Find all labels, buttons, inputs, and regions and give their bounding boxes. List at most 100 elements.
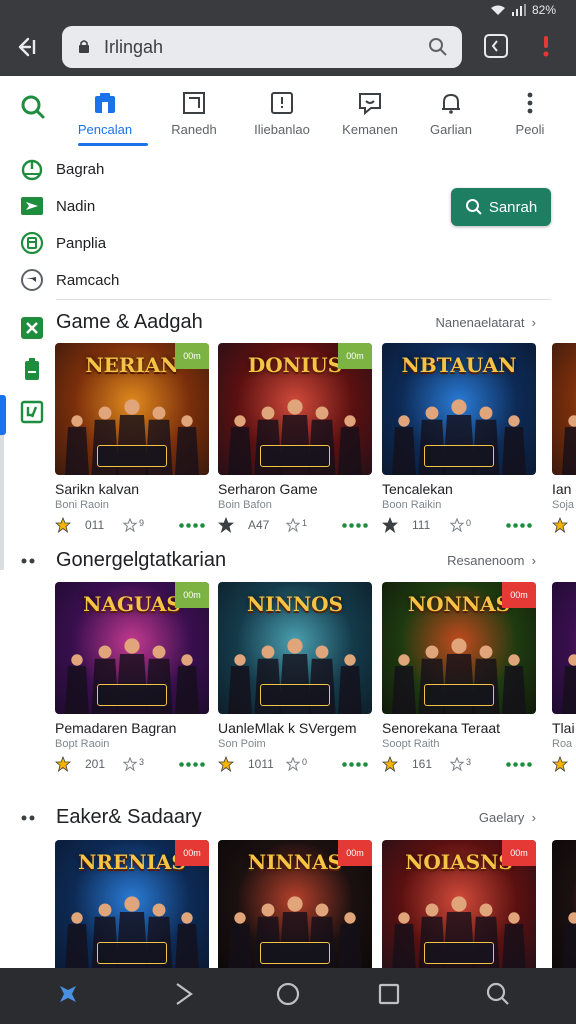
game-thumbnail[interactable]: NAGUAS 00m [55,582,209,714]
close-box-icon[interactable] [20,316,44,340]
tab-pencalan[interactable]: Pencalan [61,90,149,148]
game-title: Ian [552,481,572,497]
logo-plate [97,684,167,706]
more-dots-icon[interactable] [506,762,534,767]
game-thumbnail[interactable]: NERIAN 00m [55,343,209,475]
game-card[interactable]: NONNAS 00m Senorekana Teraat Soopt Raith 161… [382,582,536,772]
review-count: 3 [139,757,145,767]
game-thumbnail[interactable]: NRENIAS 00m [55,840,209,972]
section-see-more[interactable]: Resanenoom › [447,553,536,568]
game-thumbnail[interactable]: DONIUS 00m [218,343,372,475]
game-thumbnail[interactable]: N [552,582,576,714]
star-icon [382,756,398,772]
tablet-icon [20,231,44,255]
left-edge-handle[interactable] [0,395,6,435]
forward-icon[interactable] [170,980,198,1008]
game-card[interactable] [552,840,576,972]
search-button[interactable]: Sanrah [451,188,551,226]
game-title: Serharon Game [218,481,318,497]
star-outline-icon [286,757,300,771]
game-card[interactable]: DONIUS 00m Serharon Game Boin Bafon A47 1 [218,343,372,533]
game-card[interactable]: NINNAS 00m [218,840,372,972]
game-card[interactable]: N Tlai Roa [552,582,576,772]
game-thumbnail[interactable]: NOIASNS 00m [382,840,536,972]
search-icon[interactable] [428,37,448,57]
rating-value: 111 [412,518,431,532]
rating-value: 161 [412,757,433,771]
side-item-panplia[interactable]: Panplia [20,229,106,257]
game-card[interactable]: NINNOS UanleMlak k SVergem Son Poim 1011 0 [218,582,372,772]
game-publisher: Bopt Raoin [55,738,110,750]
review-count: 1 [302,518,308,528]
review-count: 0 [466,518,472,528]
tabs-button[interactable] [484,34,508,58]
wifi-icon [490,5,505,15]
game-thumbnail[interactable]: N [552,343,576,475]
side-item-label: Nadin [56,197,96,215]
status-badge: 00m [338,343,372,369]
more-dots-icon[interactable] [179,523,207,528]
section-see-more[interactable]: Nanenaelatarat › [436,315,536,330]
game-thumbnail[interactable] [552,840,576,972]
star-icon [552,517,568,533]
side-item-label: Ramcach [56,271,120,289]
game-card[interactable]: NAGUAS 00m Pemadaren Bagran Bopt Raoin 201 3 [55,582,209,772]
game-thumbnail[interactable]: NBTAUAN [382,343,536,475]
back-button[interactable] [14,34,44,64]
characters-artwork [562,912,576,972]
game-meta: 201 3 [55,756,209,772]
game-card[interactable]: NERIAN 00m Sarikn kalvan Boni Raoin 011 9 [55,343,209,533]
section-see-more[interactable]: Gaelary › [479,810,536,825]
window-icon [183,92,205,114]
game-title: Senorekana Teraat [382,720,501,736]
more-dots-icon[interactable] [342,523,370,528]
tab-garlian[interactable]: Garlian [407,90,495,148]
section-dots-icon [21,815,35,821]
side-item-label: Bagrah [56,160,105,178]
more-dots-icon[interactable] [506,523,534,528]
overflow-menu-button[interactable] [536,34,556,60]
battery-icon[interactable] [20,357,44,381]
search-icon[interactable] [20,94,46,120]
game-publisher: Boni Raoin [55,499,109,511]
search-icon[interactable] [484,980,512,1008]
store-icon [95,93,115,113]
more-dots-icon[interactable] [179,762,207,767]
lock-icon [79,40,89,53]
game-card[interactable]: N Ian Soja [552,343,576,533]
side-item-bagrah[interactable]: Bagrah [20,155,104,183]
tab-label: Pencalan [77,122,133,137]
status-badge: 00m [502,582,536,608]
tab-kemanen[interactable]: Kemanen [326,90,414,148]
more-dots-icon[interactable] [342,762,370,767]
game-card[interactable]: NOIASNS 00m [382,840,536,972]
tab-peoli[interactable]: Peoli [486,90,574,148]
tab-ranedh[interactable]: Ranedh [150,90,238,148]
status-badge: 00m [175,840,209,866]
logo-plate [260,445,330,467]
alert-icon [543,36,549,57]
address-bar[interactable]: Irlingah [62,26,462,68]
search-icon [465,199,482,215]
game-thumbnail[interactable]: NONNAS 00m [382,582,536,714]
document-icon[interactable] [20,400,44,424]
game-publisher: Roa [552,738,573,750]
status-badge: 00m [175,582,209,608]
rating-value: A47 [248,518,270,532]
game-meta [552,756,576,772]
game-card[interactable]: NRENIAS 00m [55,840,209,972]
logo-plate [97,445,167,467]
tab-iliebanlao[interactable]: Iliebanlao [238,90,326,148]
game-art-title: NBTAUAN [401,353,517,377]
recents-square-icon[interactable] [375,980,403,1008]
side-item-ramcach[interactable]: Ramcach [20,266,119,294]
game-thumbnail[interactable]: NINNAS 00m [218,840,372,972]
puzzle-icon[interactable] [54,980,82,1008]
game-card[interactable]: NBTAUAN Tencalekan Boon Raikin 111 0 [382,343,536,533]
game-title: Sarikn kalvan [55,481,140,497]
side-item-nadin[interactable]: Nadin [20,192,95,220]
star-icon [55,756,71,772]
star-icon [218,517,234,533]
home-circle-icon[interactable] [274,980,302,1008]
game-thumbnail[interactable]: NINNOS [218,582,372,714]
